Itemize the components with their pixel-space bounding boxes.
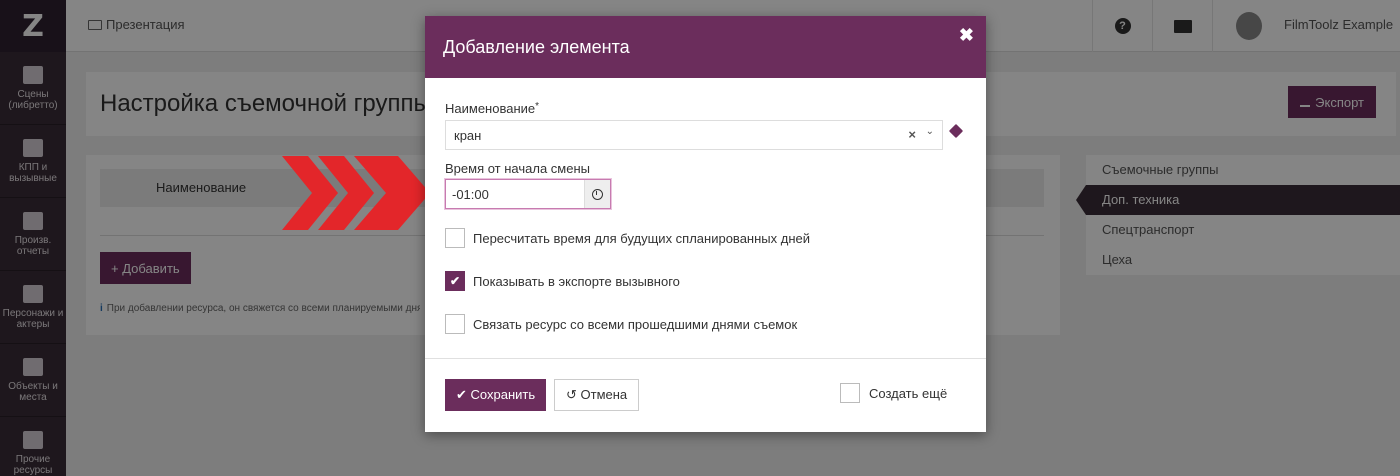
recalculate-label: Пересчитать время для будущих спланирова… bbox=[473, 230, 810, 246]
time-field[interactable] bbox=[445, 179, 611, 209]
save-label: Сохранить bbox=[470, 387, 536, 402]
save-button[interactable]: ✔ Сохранить bbox=[445, 379, 547, 411]
modal-header: Добавление элемента ✖ bbox=[425, 16, 986, 78]
name-select[interactable]: кран × ⌄ bbox=[445, 120, 943, 150]
cancel-label: Отмена bbox=[580, 387, 628, 402]
link-past-days-checkbox[interactable] bbox=[445, 314, 465, 334]
modal-footer-divider bbox=[425, 358, 986, 359]
cancel-button[interactable]: ↺ Отмена bbox=[554, 379, 640, 411]
name-field-label: Наименование* bbox=[445, 101, 539, 116]
time-field-label: Время от начала смены bbox=[445, 161, 590, 176]
chevron-down-icon[interactable]: ⌄ bbox=[926, 126, 934, 137]
show-in-export-label: Показывать в экспорте вызывного bbox=[473, 273, 680, 289]
recalculate-checkbox-row[interactable]: Пересчитать время для будущих спланирова… bbox=[445, 228, 810, 248]
clear-icon[interactable]: × bbox=[908, 127, 916, 142]
recalculate-checkbox[interactable] bbox=[445, 228, 465, 248]
checkmark-icon: ✔ bbox=[449, 274, 461, 288]
annotation-arrows bbox=[282, 156, 430, 230]
add-item-modal: Добавление элемента ✖ Наименование* кран… bbox=[425, 16, 986, 432]
pencil-icon[interactable] bbox=[948, 123, 964, 139]
show-in-export-checkbox[interactable]: ✔ bbox=[445, 271, 465, 291]
modal-title: Добавление элемента bbox=[443, 37, 630, 57]
required-mark: * bbox=[535, 101, 540, 112]
link-past-days-checkbox-row[interactable]: Связать ресурс со всеми прошедшими днями… bbox=[445, 314, 797, 334]
clock-icon bbox=[592, 188, 603, 200]
time-input[interactable] bbox=[446, 180, 584, 208]
time-picker-button[interactable] bbox=[584, 180, 610, 208]
create-more-checkbox[interactable] bbox=[840, 383, 860, 403]
name-label-text: Наименование bbox=[445, 101, 536, 116]
close-icon[interactable]: ✖ bbox=[959, 25, 974, 46]
create-more-label: Создать ещё bbox=[869, 385, 948, 401]
link-past-days-label: Связать ресурс со всеми прошедшими днями… bbox=[473, 316, 798, 332]
check-icon: ✔ bbox=[456, 387, 471, 402]
show-in-export-checkbox-row[interactable]: ✔ Показывать в экспорте вызывного bbox=[445, 271, 680, 291]
create-more-row[interactable]: Создать ещё bbox=[840, 383, 947, 403]
undo-icon: ↺ bbox=[566, 387, 581, 402]
name-select-value: кран bbox=[454, 128, 482, 143]
